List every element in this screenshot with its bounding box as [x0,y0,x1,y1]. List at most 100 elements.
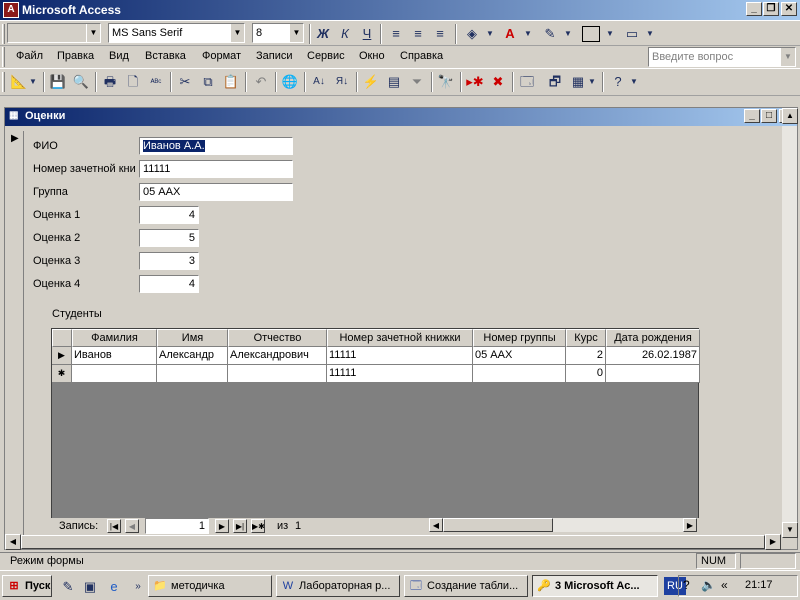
menu-view[interactable]: Вид [109,50,129,62]
grade3-field[interactable]: 3 [139,252,199,270]
cell-surname[interactable]: Иванов [72,347,157,365]
form-minimize-button[interactable]: _ [744,109,760,123]
chevron-down-icon[interactable]: ▼ [558,24,578,44]
grid-scroll-track[interactable] [553,518,683,532]
chevron-down-icon[interactable]: ▼ [27,72,39,92]
chevron-down-icon[interactable]: ▼ [586,72,598,92]
cut-icon[interactable]: ✂ [175,72,195,92]
line-color-icon[interactable]: ✎ [540,24,560,44]
scroll-up-icon[interactable]: ▲ [782,108,798,124]
menu-window[interactable]: Окно [359,50,385,62]
bold-button[interactable]: Ж [313,24,333,44]
col-group[interactable]: Номер группы [473,329,566,347]
cell-surname[interactable] [72,365,157,383]
group-field[interactable]: 05 ААХ [139,183,293,201]
task-access-group[interactable]: 🔑 3 Microsoft Ac... [532,575,658,597]
menu-grip[interactable] [2,47,5,67]
chevron-down-icon[interactable]: ▼ [600,24,620,44]
chevron-down-icon[interactable]: ▼ [480,24,500,44]
menu-edit[interactable]: Правка [57,50,94,62]
chevron-down-icon[interactable]: ▼ [518,24,538,44]
cell-course[interactable]: 2 [566,347,606,365]
more-quicklaunch-icon[interactable]: » [128,577,148,597]
undo-icon[interactable]: ↶ [251,72,271,92]
cell-name[interactable] [157,365,228,383]
col-course[interactable]: Курс [566,329,606,347]
col-name[interactable]: Имя [157,329,228,347]
cell-course[interactable]: 0 [566,365,606,383]
help-tray-icon[interactable]: ? [683,578,690,592]
chevron-down-icon[interactable]: ▼ [781,48,795,66]
object-combo[interactable]: ▼ [7,23,101,43]
cell-patronymic[interactable]: Александрович [228,347,327,365]
menu-help[interactable]: Справка [400,50,443,62]
app-title-bar[interactable]: A Microsoft Access _ ❐ ✕ [0,0,800,20]
grade4-field[interactable]: 4 [139,275,199,293]
font-name-combo[interactable]: MS Sans Serif ▼ [108,23,245,43]
grid-scroll-thumb[interactable] [443,518,553,532]
scroll-down-icon[interactable]: ▼ [782,522,798,538]
volume-icon[interactable]: 🔈 [701,578,716,592]
find-icon[interactable]: 🔭 [436,72,456,92]
cell-record-book[interactable]: 11111 [327,365,473,383]
new-row-marker[interactable]: ✱ [52,365,72,383]
record-book-field[interactable]: 11111 [139,160,293,178]
print-preview-icon[interactable]: 🗋 [123,72,143,92]
delete-record-icon[interactable]: ✖ [488,72,508,92]
menu-records[interactable]: Записи [256,50,293,62]
quicklaunch-desktop-icon[interactable]: ▣ [80,577,100,597]
task-lab-work[interactable]: W Лабораторная р... [276,575,400,597]
col-record-book[interactable]: Номер зачетной книжки [327,329,473,347]
copy-icon[interactable]: ⧉ [198,72,218,92]
col-patronymic[interactable]: Отчество [228,329,327,347]
menu-file[interactable]: Файл [16,50,43,62]
hyperlink-icon[interactable]: 🌐 [280,72,300,92]
font-size-combo[interactable]: 8 ▼ [252,23,304,43]
file-search-icon[interactable]: 🔍 [71,72,91,92]
col-birthdate[interactable]: Дата рождения [606,329,700,347]
prev-record-icon[interactable]: ◀ [125,519,139,533]
chevron-down-icon[interactable]: ▼ [230,24,244,42]
cell-birthdate[interactable] [606,365,700,383]
help-question-input[interactable]: Введите вопрос ▼ [648,47,796,67]
new-object-icon[interactable]: ▦ [568,72,588,92]
row-marker[interactable]: ▶ [52,347,72,365]
cell-patronymic[interactable] [228,365,327,383]
view-icon[interactable]: 📐 [9,72,29,92]
new-record-nav-icon[interactable]: ▶✱ [251,519,265,533]
internet-explorer-icon[interactable]: e [104,577,124,597]
sort-descending-icon[interactable]: Я↓ [332,72,352,92]
grid-scroll-left-icon[interactable]: ◀ [429,518,443,532]
grid-scroll-right-icon[interactable]: ▶ [683,518,697,532]
toolbar-grip[interactable] [2,24,5,44]
fio-field[interactable]: Иванов А.А. [139,137,293,155]
grade2-field[interactable]: 5 [139,229,199,247]
scroll-right-icon[interactable]: ▶ [765,534,781,550]
properties-icon[interactable]: 🗔 [517,72,537,92]
border-icon[interactable] [582,26,600,42]
underline-button[interactable]: Ч [357,24,377,44]
horizontal-scroll-thumb[interactable] [21,535,765,549]
help-icon[interactable]: ? [608,72,628,92]
chevron-down-icon[interactable]: ▼ [86,24,100,42]
cell-group[interactable]: 05 ААХ [473,347,566,365]
font-color-icon[interactable]: A [500,24,520,44]
fill-color-icon[interactable]: ◈ [462,24,482,44]
sort-ascending-icon[interactable]: A↓ [309,72,329,92]
save-icon[interactable]: 💾 [48,72,68,92]
paste-icon[interactable]: 📋 [221,72,241,92]
cell-group[interactable] [473,365,566,383]
filter-by-selection-icon[interactable]: ⚡ [361,72,381,92]
last-record-icon[interactable]: ▶| [233,519,247,533]
form-window-title-bar[interactable]: ▦ Оценки _ □ ✕ [5,108,797,126]
form-horizontal-scrollbar[interactable]: ◀ ▶ [5,534,781,550]
task-metodichka[interactable]: 📁 методичка [148,575,272,597]
table-row[interactable]: ▶ Иванов Александр Александрович 11111 0… [52,347,700,365]
next-record-icon[interactable]: ▶ [215,519,229,533]
align-left-icon[interactable]: ≡ [386,24,406,44]
spelling-icon[interactable]: ᴬᴮᶜ [146,72,166,92]
form-maximize-button[interactable]: □ [761,109,777,123]
form-vertical-scrollbar[interactable]: ▲ ▼ [781,108,798,538]
record-number-field[interactable]: 1 [145,518,209,534]
filter-by-form-icon[interactable]: ▤ [384,72,404,92]
